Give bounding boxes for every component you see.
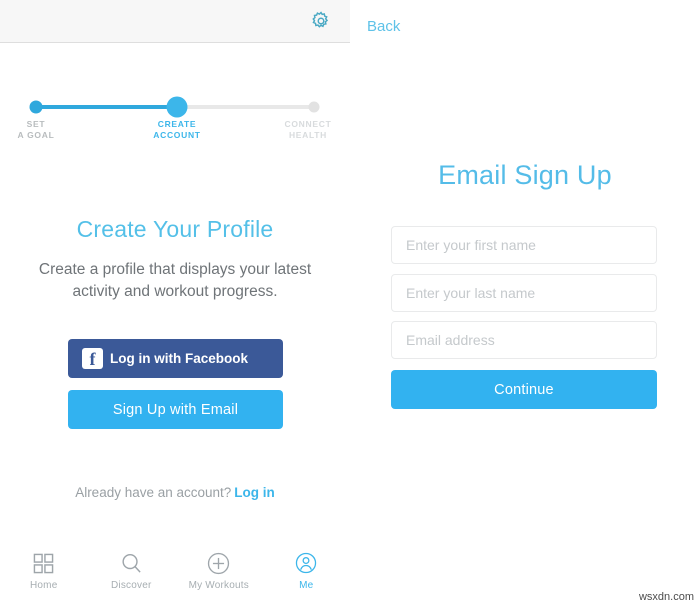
right-panel-email-signup: Back Email Sign Up Continue wsxdn.com <box>350 0 700 607</box>
left-panel-create-profile: SET A GOAL CREATE ACCOUNT CONNECT HEALTH… <box>0 0 350 607</box>
left-topbar <box>0 0 350 43</box>
grid-icon <box>33 550 54 576</box>
gear-icon[interactable] <box>308 8 334 34</box>
tab-my-workouts-label: My Workouts <box>188 580 249 591</box>
page-description: Create a profile that displays your late… <box>38 261 312 300</box>
search-icon <box>120 550 143 576</box>
watermark: wsxdn.com <box>638 591 694 603</box>
sign-up-with-email-button[interactable]: Sign Up with Email <box>68 390 283 429</box>
account-prompt-text: Already have an account? <box>75 485 232 500</box>
tab-my-workouts[interactable]: My Workouts <box>175 550 263 591</box>
tab-discover[interactable]: Discover <box>88 550 176 591</box>
tab-home-label: Home <box>30 580 58 591</box>
left-content: Create Your Profile Create a profile tha… <box>0 111 350 542</box>
account-prompt: Already have an account? Log in <box>0 485 350 500</box>
stepper-track-fill <box>36 105 177 109</box>
bottom-tab-bar: Home Discover My Workouts Me <box>0 542 350 607</box>
tab-me[interactable]: Me <box>263 550 351 591</box>
tab-home[interactable]: Home <box>0 550 88 591</box>
tab-me-label: Me <box>299 580 314 591</box>
app-root: SET A GOAL CREATE ACCOUNT CONNECT HEALTH… <box>0 0 700 607</box>
plus-circle-icon <box>207 550 230 576</box>
continue-button[interactable]: Continue <box>391 370 657 409</box>
sign-up-with-email-label: Sign Up with Email <box>112 401 239 418</box>
facebook-icon: f <box>82 348 103 369</box>
progress-stepper: SET A GOAL CREATE ACCOUNT CONNECT HEALTH <box>0 43 350 140</box>
person-circle-icon <box>295 550 317 576</box>
login-with-facebook-button[interactable]: f Log in with Facebook <box>68 339 283 378</box>
last-name-input[interactable] <box>391 274 657 312</box>
tab-discover-label: Discover <box>111 580 152 591</box>
first-name-input[interactable] <box>391 226 657 264</box>
email-signup-title: Email Sign Up <box>438 160 612 190</box>
page-title: Create Your Profile <box>76 216 274 242</box>
log-in-link[interactable]: Log in <box>234 485 275 500</box>
email-address-input[interactable] <box>391 321 657 359</box>
back-button[interactable]: Back <box>367 18 400 35</box>
login-with-facebook-label: Log in with Facebook <box>110 351 248 366</box>
